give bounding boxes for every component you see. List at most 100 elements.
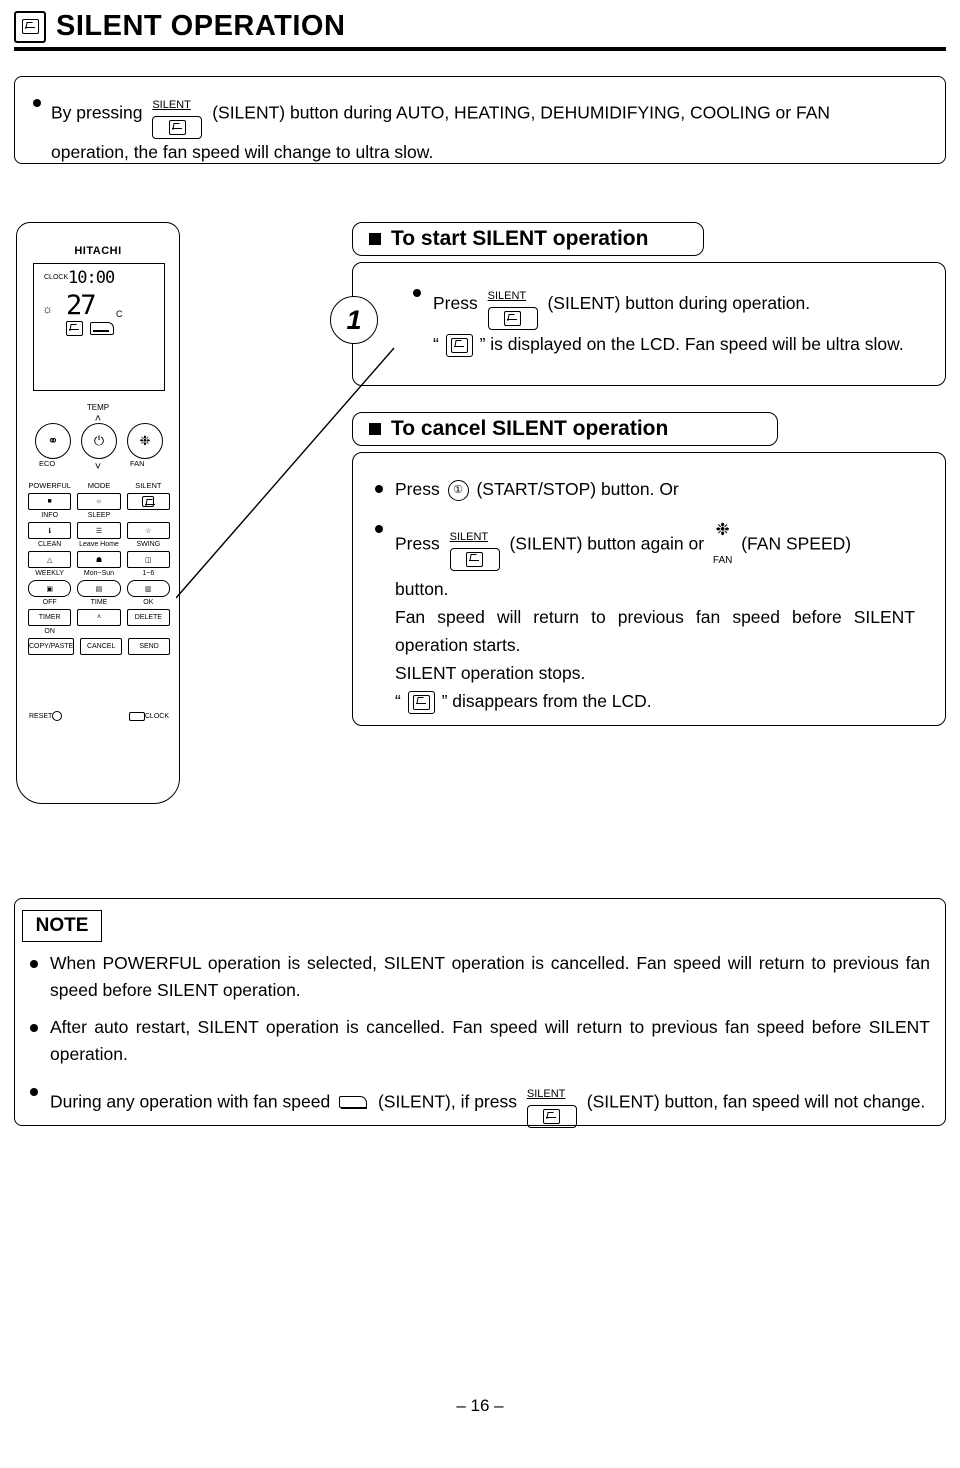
- lcd-time: 10:00: [68, 268, 115, 288]
- remote-key-copypaste: COPY/PASTE: [28, 638, 75, 655]
- remote-key-swing: ◫: [126, 551, 170, 568]
- remote-program-label: 1~6: [142, 570, 155, 577]
- temp-down-icon: ˅: [94, 461, 102, 473]
- lcd-silent-icon: [66, 321, 83, 341]
- remote-brand: HITACHI: [74, 245, 122, 257]
- cancel-step-box: Press ① (START/STOP) button. Or Press SI…: [352, 452, 946, 726]
- section-title-cancel: To cancel SILENT operation: [352, 412, 778, 446]
- remote-key-unlabeled-1: ☆: [126, 522, 170, 539]
- quote-open: “: [433, 334, 439, 354]
- note-item-text: After auto restart, SILENT operation is …: [50, 1017, 930, 1064]
- start-step-line-2: “ ” is displayed on the LCD. Fan speed w…: [433, 330, 931, 358]
- lcd-unit: C: [116, 309, 123, 319]
- cancel-fanspeed-text: (FAN SPEED): [741, 533, 852, 554]
- remote-ok-label: OK: [143, 599, 154, 606]
- remote-lcd: CLOCK 10:00 ☼ 27 C: [33, 263, 165, 391]
- remote-key-leavehome: ☗: [77, 551, 121, 568]
- remote-mode-label: MODE: [87, 481, 111, 490]
- fan-speed-silent-icon: [339, 1096, 369, 1110]
- silent-button-box: [526, 1105, 577, 1128]
- remote-leavehome-label: Leave Home: [79, 541, 119, 548]
- silent-button-box: [152, 116, 203, 139]
- remote-time-label: TIME: [90, 599, 108, 606]
- remote-keypad: POWERFUL MODE SILENT ■ ☼ INFO SLEEP ℹ ☰: [25, 481, 173, 655]
- cancel-disappear-text: ” disappears from the LCD.: [441, 691, 652, 711]
- intro-box: By pressing SILENT (SILENT) button durin…: [14, 76, 946, 164]
- remote-off-label: OFF: [42, 599, 57, 606]
- note-item-text: When POWERFUL operation is selected, SIL…: [50, 953, 930, 1000]
- silent-button-graphic: SILENT: [526, 1078, 577, 1128]
- manual-page: SILENT OPERATION By pressing SILENT (SIL…: [0, 0, 960, 1468]
- remote-key-mode: ☼: [77, 493, 121, 510]
- fan-icon-label: FAN: [712, 555, 733, 566]
- remote-days-label: Mon~Sun: [83, 570, 115, 577]
- silent-glyph: [21, 19, 39, 34]
- sun-icon: ☼: [42, 302, 53, 316]
- page-title: SILENT OPERATION: [56, 10, 346, 42]
- remote-on-label: ON: [44, 628, 55, 635]
- cancel-item-1: Press ① (START/STOP) button. Or: [395, 475, 679, 503]
- remote-reset-label: RESET: [29, 712, 53, 720]
- silent-button-caption: SILENT: [152, 99, 191, 111]
- note-list: When POWERFUL operation is selected, SIL…: [30, 950, 930, 1138]
- silent-button-caption: SILENT: [487, 290, 527, 302]
- cancel-press2-text: Press: [395, 533, 440, 554]
- bullet-icon: [30, 1024, 38, 1032]
- remote-fan-button: ❉: [127, 423, 163, 459]
- note3-b: (SILENT), if press: [377, 1091, 517, 1112]
- note-label: NOTE: [22, 910, 102, 942]
- bullet-icon: [413, 289, 421, 297]
- silent-lcd-icon: [407, 690, 435, 714]
- lcd-clock-label: CLOCK: [44, 274, 69, 281]
- remote-key-program: ▥: [126, 580, 170, 597]
- remote-key-powerful: ■: [28, 493, 72, 510]
- cancel-line-5: “ ” disappears from the LCD.: [395, 687, 915, 715]
- bullet-icon: [375, 485, 383, 493]
- remote-key-timer: TIMER: [28, 609, 72, 626]
- remote-bottom-row: RESET CLOCK: [29, 711, 169, 721]
- start-press-text-b: (SILENT) button during operation.: [547, 293, 811, 314]
- section-title-cancel-text: To cancel SILENT operation: [391, 417, 669, 440]
- bullet-icon: [33, 99, 41, 107]
- bullet-icon: [375, 525, 383, 533]
- header-divider: [14, 47, 946, 51]
- silent-button-caption: SILENT: [526, 1088, 566, 1100]
- quote-open: “: [395, 691, 401, 711]
- remote-key-weekly: ▣: [28, 580, 72, 597]
- silent-button-box: [449, 547, 500, 571]
- start-step-line-1: Press SILENT (SILENT) button during oper…: [433, 279, 810, 330]
- remote-swing-label: SWING: [136, 541, 161, 548]
- silent-button-graphic: SILENT: [152, 89, 203, 139]
- remote-body: HITACHI CLOCK 10:00 ☼ 27 C TEMP ˄ ˅ ⚭ ⏻ …: [16, 222, 180, 804]
- start-press-text: Press: [433, 293, 478, 314]
- remote-clock-label: CLOCK: [144, 712, 169, 720]
- remote-info-label: INFO: [41, 512, 59, 519]
- silent-button-box: [487, 307, 538, 330]
- remote-key-clean: △: [28, 551, 72, 568]
- remote-powerful-label: POWERFUL: [28, 481, 71, 490]
- remote-key-sleep: ☰: [77, 522, 121, 539]
- section-title-start-text: To start SILENT operation: [391, 227, 649, 250]
- page-header: SILENT OPERATION: [14, 10, 946, 51]
- silent-lcd-icon: [445, 333, 473, 357]
- remote-fan-label: FAN: [130, 459, 145, 468]
- silent-fan-icon: [14, 10, 46, 43]
- page-footer: – 16 –: [456, 1396, 504, 1415]
- cancel-line-4: SILENT operation stops.: [395, 663, 586, 683]
- remote-key-cancel: CANCEL: [80, 638, 123, 655]
- section-title-start: To start SILENT operation: [352, 222, 704, 256]
- remote-key-silent: [126, 493, 170, 510]
- start-lcd-text: ” is displayed on the LCD. Fan speed wil…: [479, 334, 904, 354]
- cancel-press-text: Press: [395, 479, 440, 499]
- silent-glyph: [504, 311, 522, 326]
- note-item-text: During any operation with fan speed (SIL…: [50, 1078, 930, 1128]
- bullet-icon: [30, 1088, 38, 1096]
- reset-hole-icon: [52, 711, 63, 721]
- silent-button-graphic: SILENT: [449, 520, 500, 571]
- note3-a: During any operation with fan speed: [50, 1091, 331, 1112]
- intro-text-b: (SILENT) button during AUTO, HEATING, DE…: [212, 102, 831, 123]
- intro-text-a: By pressing: [51, 102, 143, 123]
- note-item: When POWERFUL operation is selected, SIL…: [30, 950, 930, 1004]
- intro-line-1: By pressing SILENT (SILENT) button durin…: [51, 89, 830, 139]
- note-item: During any operation with fan speed (SIL…: [30, 1078, 930, 1128]
